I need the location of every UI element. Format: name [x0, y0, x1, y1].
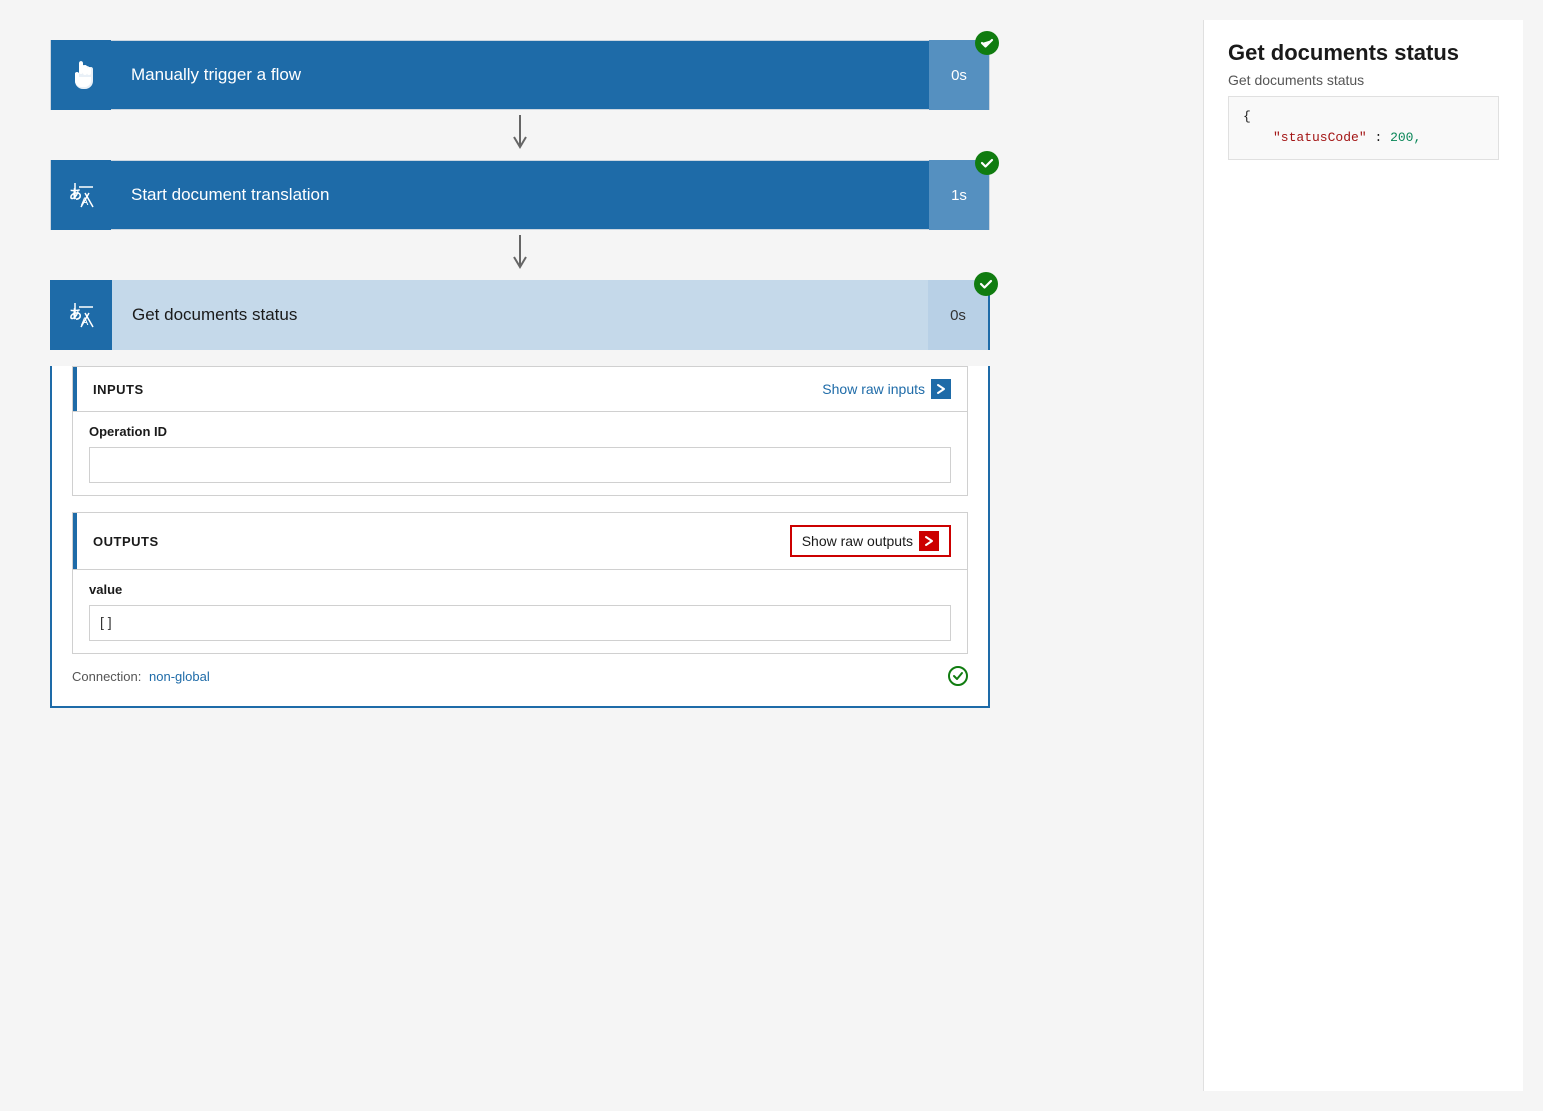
- status-code-value: 200,: [1390, 130, 1421, 145]
- show-raw-inputs-link[interactable]: Show raw inputs: [822, 379, 951, 399]
- inputs-content: Operation ID: [73, 411, 967, 495]
- operation-id-value: [89, 447, 951, 483]
- outputs-section: OUTPUTS Show raw outputs value [ ]: [72, 512, 968, 654]
- status-code-key: "statusCode": [1273, 130, 1367, 145]
- outputs-content: value [ ]: [73, 569, 967, 653]
- hand-icon: [65, 59, 97, 91]
- inputs-header: INPUTS Show raw inputs: [73, 367, 967, 411]
- status-detail-panel: INPUTS Show raw inputs Operation ID: [50, 366, 990, 708]
- operation-id-label: Operation ID: [89, 424, 951, 439]
- translation-card[interactable]: あ A Start document translation 1s: [50, 160, 990, 230]
- connection-value[interactable]: non-global: [149, 669, 210, 684]
- side-panel-title: Get documents status: [1228, 40, 1499, 66]
- down-arrow-2: [508, 235, 532, 275]
- connection-check-icon: [948, 666, 968, 686]
- side-panel-subtitle: Get documents status: [1228, 72, 1499, 88]
- trigger-success-badge: [975, 31, 999, 55]
- inputs-title: INPUTS: [93, 382, 144, 397]
- show-raw-inputs-label: Show raw inputs: [822, 381, 925, 397]
- translation-success-badge: [975, 151, 999, 175]
- translation-label: Start document translation: [111, 160, 929, 230]
- outputs-title: OUTPUTS: [93, 534, 159, 549]
- translation-icon-container: あ A: [51, 160, 111, 230]
- translate-icon-2: あ A: [66, 299, 98, 331]
- arrow-1: [50, 110, 990, 160]
- connection-bar: Connection: non-global: [52, 654, 988, 690]
- inputs-chevron-icon: [931, 379, 951, 399]
- status-icon-container: あ A: [52, 280, 112, 350]
- open-brace: {: [1243, 109, 1251, 124]
- trigger-label: Manually trigger a flow: [111, 40, 929, 110]
- status-step: あ A Get documents status 0s: [50, 280, 1000, 708]
- outputs-chevron-icon: [919, 531, 939, 551]
- colon: :: [1374, 130, 1382, 145]
- value-label: value: [89, 582, 951, 597]
- trigger-step: Manually trigger a flow 0s: [50, 40, 1000, 110]
- outputs-header: OUTPUTS Show raw outputs: [73, 513, 967, 569]
- down-arrow-1: [508, 115, 532, 155]
- translation-step: あ A Start document translation 1s: [50, 160, 1000, 230]
- status-success-badge: [974, 272, 998, 296]
- inputs-section: INPUTS Show raw inputs Operation ID: [72, 366, 968, 496]
- side-panel: Get documents status Get documents statu…: [1203, 20, 1523, 1091]
- connection-info: Connection: non-global: [72, 669, 210, 684]
- trigger-card[interactable]: Manually trigger a flow 0s: [50, 40, 990, 110]
- code-block: { "statusCode" : 200,: [1228, 96, 1499, 160]
- value-content: [ ]: [89, 605, 951, 641]
- arrow-2: [50, 230, 990, 280]
- status-label: Get documents status: [112, 280, 928, 350]
- translate-icon-1: あ A: [65, 179, 97, 211]
- status-card[interactable]: あ A Get documents status 0s: [50, 280, 990, 350]
- show-raw-outputs-link[interactable]: Show raw outputs: [790, 525, 951, 557]
- connection-label: Connection:: [72, 669, 141, 684]
- trigger-icon-container: [51, 40, 111, 110]
- show-raw-outputs-label: Show raw outputs: [802, 533, 913, 549]
